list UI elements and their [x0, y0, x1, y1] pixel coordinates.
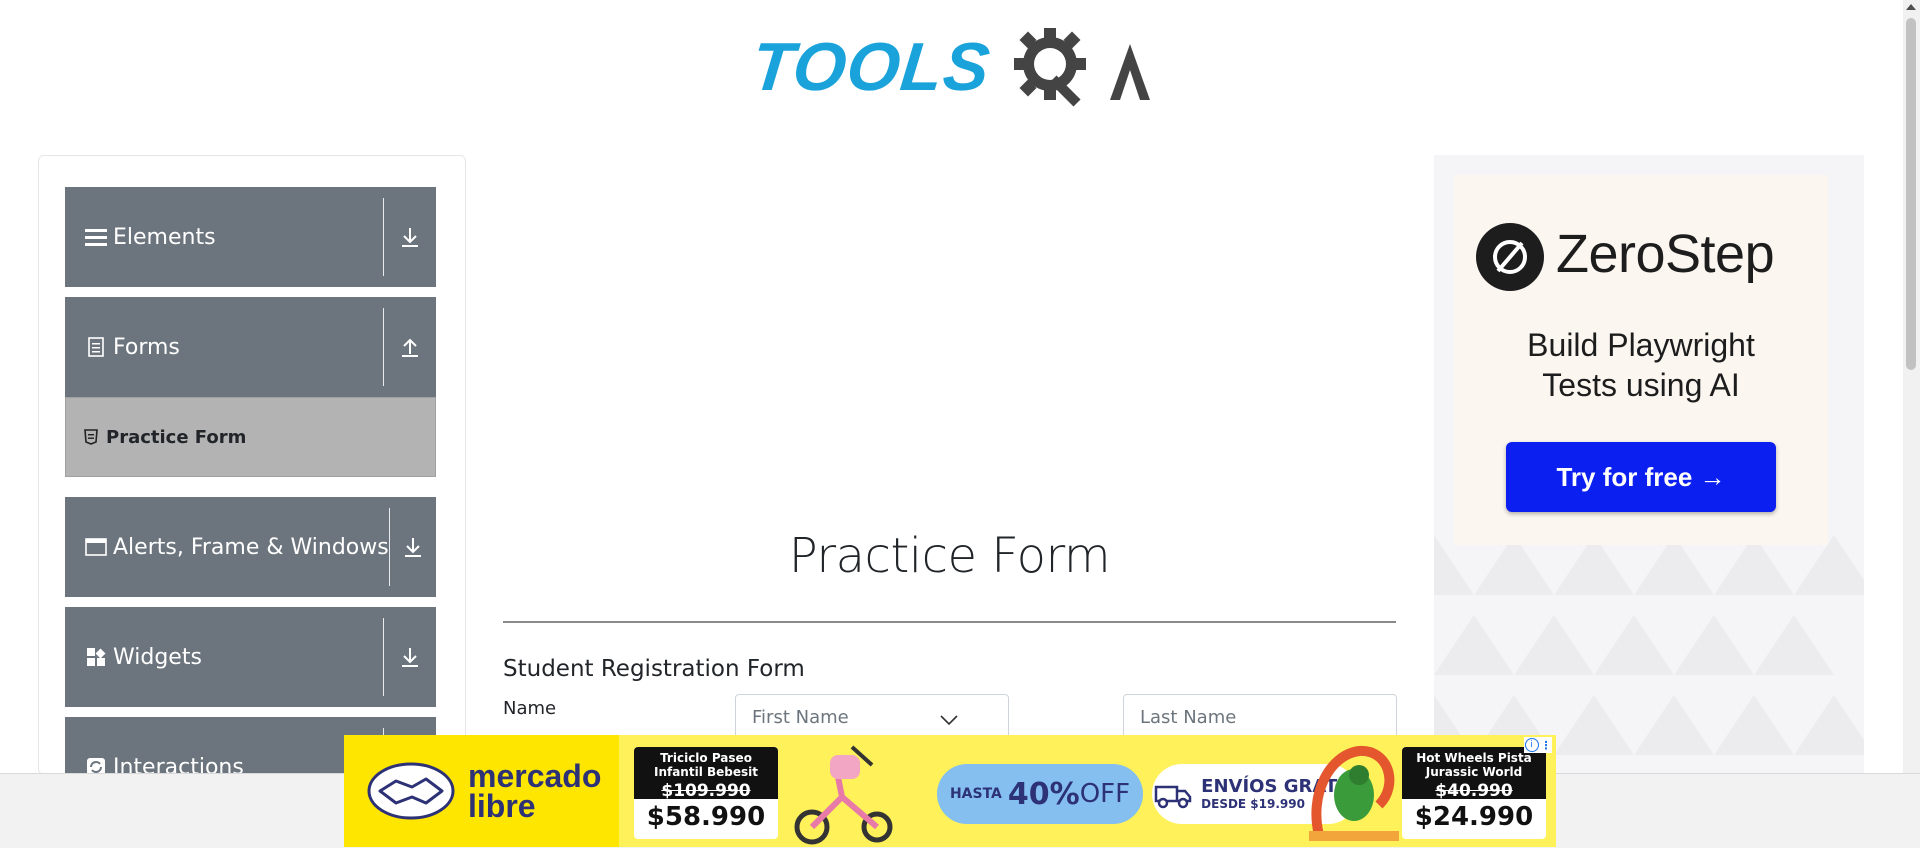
sidebar-item-practice-form[interactable]: Practice Form [65, 397, 436, 477]
scrollbar-thumb[interactable] [1906, 18, 1916, 370]
html5-icon [84, 429, 98, 445]
promo-suffix: OFF [1079, 779, 1131, 809]
last-name-placeholder: Last Name [1140, 707, 1237, 728]
divider [383, 198, 384, 276]
tagline-line: Tests using AI [1542, 367, 1740, 403]
gear-magnifier-icon [1014, 28, 1150, 107]
name-label: Name [503, 698, 557, 719]
product-title: Triciclo Paseo Infantil Bebesit [634, 747, 778, 783]
download-arrow-icon[interactable] [390, 497, 436, 597]
divider [383, 308, 384, 386]
download-arrow-icon[interactable] [384, 187, 436, 287]
sidebar-group-alerts[interactable]: Alerts, Frame & Windows [65, 497, 436, 597]
widgets-icon [85, 646, 107, 668]
hot-wheels-track-image [1309, 746, 1399, 841]
download-arrow-icon[interactable] [384, 607, 436, 707]
zerostep-ad[interactable]: ZeroStep Build Playwright Tests using AI… [1434, 155, 1864, 775]
page-title: Practice Form [788, 528, 1111, 584]
sidebar-group-widgets[interactable]: Widgets [65, 607, 436, 707]
chevron-down-icon [940, 715, 958, 725]
window-icon [85, 536, 107, 558]
zerostep-tagline: Build Playwright Tests using AI [1454, 325, 1828, 405]
sidebar-group-label: Elements [113, 224, 216, 250]
mercadolibre-brand: mercado libre [344, 735, 619, 847]
sidebar-group-label: Alerts, Frame & Windows [113, 534, 389, 560]
product-price: $58.990 [646, 802, 766, 832]
form-title: Student Registration Form [503, 656, 805, 682]
sidebar-group-label: Interactions [113, 754, 244, 775]
try-for-free-button[interactable]: Try for free → [1506, 442, 1776, 512]
toolsqa-logo[interactable]: TOOLS QA [748, 20, 1154, 112]
sidebar-group-label: Forms [113, 334, 180, 360]
title-divider [503, 621, 1396, 623]
product-old-price: $40.990 [1402, 783, 1546, 800]
upload-arrow-icon[interactable] [384, 297, 436, 397]
zerostep-brand: ZeroStep [1556, 224, 1775, 284]
hamburger-icon [85, 226, 107, 248]
sidebar-group-elements[interactable]: Elements [65, 187, 436, 287]
mercadolibre-brand-line: libre [468, 788, 536, 824]
scroll-up-arrow-icon[interactable] [1906, 4, 1916, 10]
mercadolibre-ad[interactable]: mercado libre Triciclo Paseo Infantil Be… [344, 735, 1556, 847]
sidebar-group-label: Widgets [113, 644, 202, 670]
zerostep-card: ZeroStep Build Playwright Tests using AI… [1454, 175, 1828, 545]
promo-value: 40% [1007, 776, 1080, 812]
product-price: $24.990 [1414, 802, 1534, 832]
product-card-hot-wheels[interactable]: Hot Wheels Pista Jurassic World $40.990 … [1402, 747, 1546, 839]
document-icon [85, 336, 107, 358]
sidebar: Elements Forms Practice Form Alerts, Fra… [38, 155, 466, 775]
first-name-input[interactable]: First Name [735, 694, 1009, 740]
product-old-price: $109.990 [634, 783, 778, 800]
tricycle-image [794, 745, 893, 845]
more-options-icon[interactable]: ⋮ [1541, 739, 1552, 752]
handshake-logo-icon [367, 762, 455, 820]
sidebar-group-forms[interactable]: Forms [65, 297, 436, 397]
first-name-placeholder: First Name [752, 707, 849, 728]
ad-choices[interactable]: i ⋮ [1524, 737, 1552, 753]
divider [388, 508, 390, 586]
logo-tools-text: TOOLS [748, 29, 994, 105]
delivery-truck-icon [1154, 785, 1192, 809]
mercadolibre-brand-line: mercado [468, 758, 602, 794]
last-name-input[interactable]: Last Name [1123, 694, 1397, 740]
info-icon[interactable]: i [1524, 738, 1539, 752]
zerostep-logo-icon [1476, 223, 1544, 291]
promo-discount[interactable]: HASTA 40% OFF [937, 764, 1143, 824]
product-card-tricycle[interactable]: Triciclo Paseo Infantil Bebesit $109.990… [634, 747, 778, 839]
sidebar-item-label: Practice Form [106, 426, 247, 448]
divider [383, 618, 384, 696]
tagline-line: Build Playwright [1527, 327, 1755, 363]
promo-prefix: HASTA [949, 786, 1002, 802]
